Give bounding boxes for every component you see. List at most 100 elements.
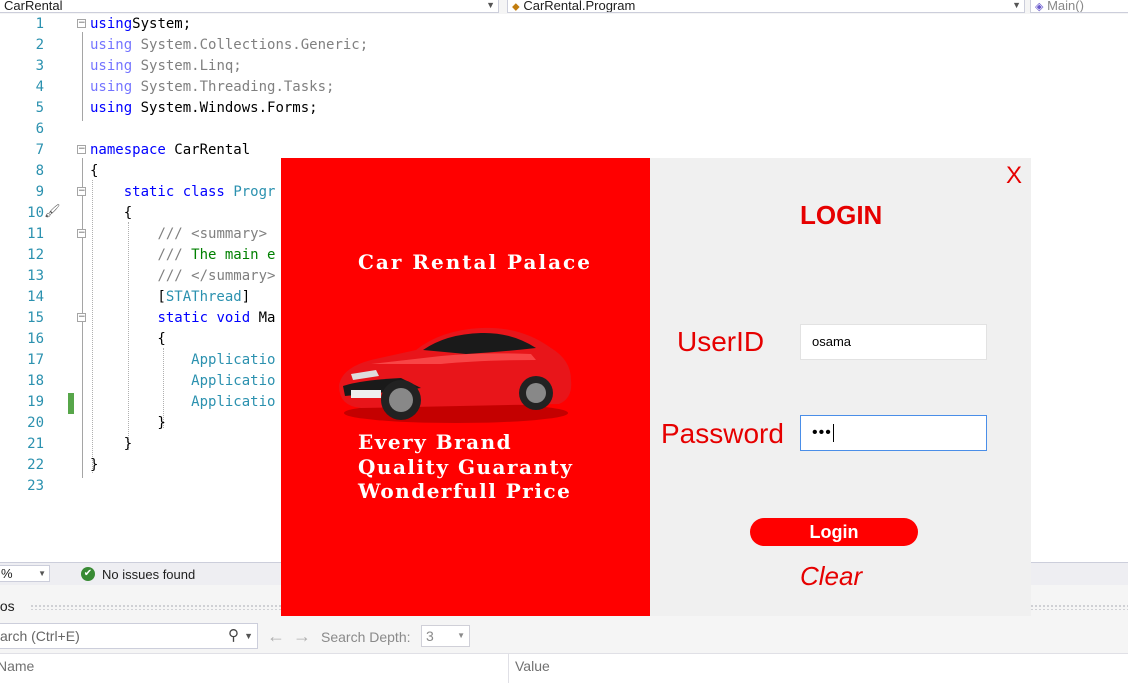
- line-number: 21: [27, 436, 44, 452]
- code-token: static class: [123, 184, 225, 200]
- line-number: 16: [27, 331, 44, 347]
- collapse-icon[interactable]: −: [77, 19, 86, 28]
- code-token: CarRental: [165, 142, 251, 158]
- code-token: STAThread: [165, 289, 242, 305]
- code-text: static class Progr: [90, 182, 276, 203]
- search-depth-dropdown[interactable]: 3 ▼: [421, 625, 470, 647]
- code-text: using System.Collections.Generic;: [90, 35, 368, 56]
- code-text: }: [90, 413, 165, 434]
- line-number: 19: [27, 394, 44, 410]
- line-number: 10: [27, 205, 44, 221]
- code-token: using: [90, 58, 133, 74]
- issues-status[interactable]: No issues found: [102, 566, 195, 583]
- code-text: {: [90, 329, 166, 350]
- line-number: 8: [35, 163, 44, 179]
- collapse-icon[interactable]: −: [77, 187, 86, 196]
- line-number: 23: [27, 478, 44, 494]
- userid-field[interactable]: osama: [800, 324, 987, 360]
- code-text: {: [90, 161, 98, 182]
- line-number: 11: [27, 226, 44, 242]
- autos-title: tos: [0, 598, 15, 614]
- chevron-down-icon[interactable]: ▼: [244, 624, 253, 648]
- code-token: System.Threading.Tasks;: [132, 79, 335, 95]
- code-token: {: [90, 163, 99, 179]
- method-icon: ◈: [1035, 1, 1044, 13]
- line-number: 22: [27, 457, 44, 473]
- password-field[interactable]: •••: [800, 415, 987, 451]
- collapse-icon[interactable]: −: [77, 313, 86, 322]
- class-scope-name: CarRental.Program: [523, 0, 636, 13]
- column-name-header[interactable]: Name: [0, 658, 34, 674]
- column-value-header[interactable]: Value: [515, 658, 550, 674]
- line-number: 18: [27, 373, 44, 389]
- userid-label: UserID: [677, 326, 765, 357]
- login-button[interactable]: Login: [750, 518, 918, 546]
- brand-title: Car Rental Palace: [358, 250, 592, 274]
- chevron-down-icon: ▼: [457, 631, 465, 640]
- userid-value: osama: [812, 334, 852, 349]
- search-placeholder: arch (Ctrl+E): [0, 628, 80, 644]
- search-icon[interactable]: ⚲: [228, 624, 239, 648]
- code-text: /// <summary>: [90, 224, 267, 245]
- search-depth-value: 3: [426, 628, 434, 644]
- line-number: 15: [27, 310, 44, 326]
- line-number: 7: [35, 142, 44, 158]
- line-number: 6: [35, 121, 44, 137]
- code-token: Applicatio: [191, 352, 276, 368]
- line-number: 17: [27, 352, 44, 368]
- code-line[interactable]: 6: [0, 119, 1128, 140]
- code-text: /// </summary>: [90, 266, 275, 287]
- member-dropdown[interactable]: ◈ Main(): [1030, 0, 1128, 13]
- code-token: using: [90, 100, 133, 116]
- code-token: {: [90, 331, 166, 347]
- code-token: Ma: [250, 310, 276, 326]
- code-token: System.Windows.Forms;: [132, 100, 318, 116]
- text-caret: [832, 423, 834, 442]
- code-line[interactable]: 4 using System.Threading.Tasks;: [0, 77, 1128, 98]
- password-value: •••: [812, 424, 832, 441]
- collapse-icon[interactable]: −: [77, 145, 86, 154]
- line-number: 9: [35, 184, 44, 200]
- code-token: [: [90, 289, 166, 305]
- code-line[interactable]: 2 using System.Collections.Generic;: [0, 35, 1128, 56]
- clear-link[interactable]: Clear: [800, 561, 862, 592]
- password-label: Password: [661, 418, 784, 449]
- code-text: [STAThread]: [90, 287, 250, 308]
- code-token: ]: [241, 289, 251, 305]
- column-separator[interactable]: [508, 654, 509, 683]
- chevron-down-icon: ▼: [1012, 0, 1021, 10]
- project-dropdown[interactable]: CarRental ▼: [0, 0, 499, 13]
- line-number: 5: [35, 100, 44, 116]
- line-number: 12: [27, 247, 44, 263]
- chevron-down-icon: ▼: [38, 569, 46, 578]
- collapse-icon[interactable]: −: [77, 229, 86, 238]
- code-token: }: [90, 457, 99, 473]
- code-line[interactable]: 3 using System.Linq;: [0, 56, 1128, 77]
- code-token: The main e: [182, 247, 276, 263]
- class-dropdown[interactable]: ⬥ CarRental.Program ▼: [507, 0, 1025, 13]
- forward-arrow-icon[interactable]: →: [293, 625, 311, 647]
- login-title: LOGIN: [800, 200, 883, 230]
- project-name: CarRental: [4, 0, 63, 13]
- code-token: System.Linq;: [132, 58, 242, 74]
- code-line[interactable]: 5 using System.Windows.Forms;: [0, 98, 1128, 119]
- tagline-2: Quality Guaranty: [358, 455, 574, 479]
- search-input[interactable]: arch (Ctrl+E) ⚲ ▼: [0, 623, 258, 649]
- close-button[interactable]: X: [1006, 162, 1022, 190]
- code-text: Applicatio: [90, 392, 275, 413]
- code-text: namespace CarRental: [90, 140, 250, 161]
- autos-grid-header: Name Value: [0, 653, 1128, 683]
- tagline-3: Wonderfull Price: [358, 479, 572, 503]
- code-text: using System.Threading.Tasks;: [90, 77, 334, 98]
- code-token: ///: [157, 247, 183, 263]
- code-line[interactable]: 1 − usingSystem;: [0, 14, 1128, 35]
- zoom-dropdown[interactable]: % ▼: [0, 565, 50, 582]
- branding-panel: Car Rental Palace Every Brand Quality Gu…: [281, 158, 650, 616]
- code-token: using: [90, 37, 133, 53]
- back-arrow-icon[interactable]: ←: [267, 625, 285, 647]
